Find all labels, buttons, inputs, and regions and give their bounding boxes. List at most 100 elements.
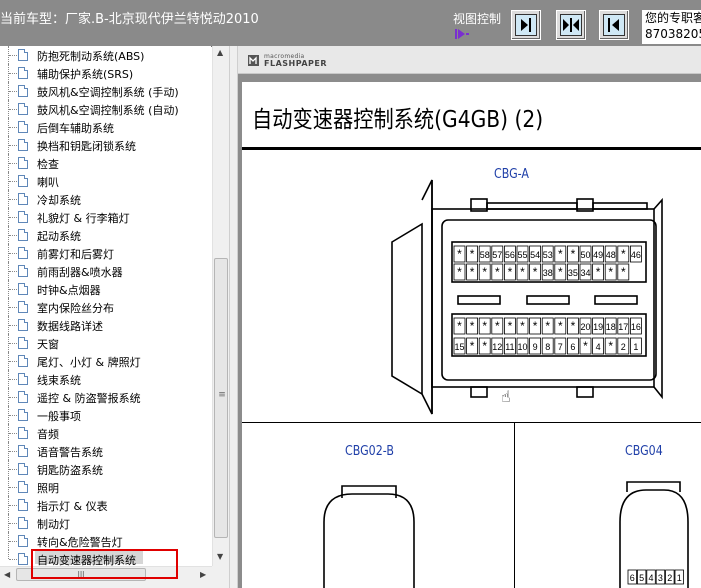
tree-item[interactable]: 前雾灯和后雾灯 [0, 244, 211, 262]
fit-width-icon [515, 14, 537, 36]
tree-connector-line [9, 397, 17, 398]
tree-item-label: 转向&危险警告灯 [37, 536, 123, 549]
tree-item[interactable]: 天窗 [0, 334, 211, 352]
tree-connector-line [9, 55, 17, 56]
tree-item[interactable]: 时钟&点烟器 [0, 280, 211, 298]
tree-vertical-scrollbar[interactable]: ▲ ≡ ▼ [212, 46, 230, 566]
selection-annotation-box [31, 549, 178, 579]
tree-item[interactable]: 制动灯 [0, 514, 211, 532]
pin-label: 58 [480, 250, 490, 260]
pin-label: * [533, 319, 538, 333]
tree-item-label: 一般事项 [37, 410, 81, 423]
tree-item[interactable]: 转向&危险警告灯 [0, 532, 211, 550]
tree-item[interactable]: 辅助保护系统(SRS) [0, 64, 211, 82]
connector-a-housing [323, 179, 689, 588]
tree-item[interactable]: 鼓风机&空调控制系统 (自动) [0, 100, 211, 118]
tree-item[interactable]: 遥控 & 防盗警报系统 [0, 388, 211, 406]
scroll-right-arrow-icon[interactable]: ▶ [200, 570, 206, 579]
support-text: 您的专职客 [645, 11, 701, 25]
tree-item[interactable]: 起动系统 [0, 226, 211, 244]
tree-item[interactable]: 语音警告系统 [0, 442, 211, 460]
pin-label: 57 [492, 250, 502, 260]
document-icon [18, 67, 28, 79]
tree-item[interactable]: 一般事项 [0, 406, 211, 424]
tree-connector-line [9, 343, 17, 344]
document-icon [18, 301, 28, 313]
tree-connector-line [9, 415, 17, 416]
fit-width-button[interactable] [511, 10, 541, 40]
car-model-title: 当前车型：厂家.B-北京现代伊兰特悦动2010 [0, 12, 259, 27]
macromedia-logo-icon [248, 55, 259, 66]
pin-label: * [533, 265, 538, 279]
pin-label: * [470, 247, 475, 261]
document-icon [18, 481, 28, 493]
tree-item[interactable]: 尾灯、小灯 & 牌照灯 [0, 352, 211, 370]
document-icon [18, 103, 28, 115]
document-icon [18, 391, 28, 403]
diagram-divider-horizontal [242, 422, 701, 423]
tree-connector-line [9, 289, 17, 290]
document-icon [18, 157, 28, 169]
document-icon [18, 445, 28, 457]
pin-label: * [457, 265, 462, 279]
document-icon [18, 229, 28, 241]
tree-footer [0, 582, 229, 588]
system-tree: 防抱死制动系统(ABS) 辅助保护系统(SRS) 鼓风机&空调控制系统 (手动) 鼓风… [0, 46, 211, 566]
document-page[interactable]: 自动变速器控制系统(G4GB) (2) CBG-A * * 58 57 56 5… [242, 82, 701, 588]
pin-label: * [583, 339, 588, 353]
tree-connector-line [9, 361, 17, 362]
tree-item[interactable]: 后倒车辅助系统 [0, 118, 211, 136]
tree-connector-line [9, 271, 17, 272]
pin-label: * [558, 265, 563, 279]
tree-item[interactable]: 音频 [0, 424, 211, 442]
tree-connector-line [9, 181, 17, 182]
scroll-down-arrow-icon[interactable]: ▼ [217, 552, 223, 561]
tree-item-label: 音频 [37, 428, 59, 441]
tree-connector-line [9, 469, 17, 470]
tree-item[interactable]: 钥匙防盗系统 [0, 460, 211, 478]
document-icon [18, 139, 28, 151]
support-contact-box: 您的专职客 87038205 [642, 10, 701, 44]
tree-item-label: 换档和钥匙闭锁系统 [37, 140, 136, 153]
tree-item[interactable]: 室内保险丝分布 [0, 298, 211, 316]
document-icon [18, 553, 28, 565]
header-bar: 当前车型：厂家.B-北京现代伊兰特悦动2010 视图控制 您的专职客 87038… [0, 0, 701, 47]
tree-item[interactable]: 礼貌灯 & 行李箱灯 [0, 208, 211, 226]
tree-item[interactable]: 数据线路详述 [0, 316, 211, 334]
document-icon [18, 283, 28, 295]
scroll-left-arrow-icon[interactable]: ◀ [4, 570, 10, 579]
pin-label: * [621, 247, 626, 261]
tree-connector-line [9, 559, 17, 560]
collapse-button[interactable] [599, 10, 629, 40]
tree-item[interactable]: 线束系统 [0, 370, 211, 388]
pin-label: 19 [593, 322, 603, 332]
tree-connector-line [9, 73, 17, 74]
panel-splitter[interactable] [229, 46, 238, 588]
pin-label: 20 [580, 322, 590, 332]
fit-page-button[interactable] [556, 10, 586, 40]
tree-item[interactable]: 检查 [0, 154, 211, 172]
tree-item-label: 时钟&点烟器 [37, 284, 101, 297]
tree-item[interactable]: 鼓风机&空调控制系统 (手动) [0, 82, 211, 100]
tree-item[interactable]: 喇叭 [0, 172, 211, 190]
tree-item[interactable]: 照明 [0, 478, 211, 496]
pin-label: * [495, 319, 500, 333]
tree-item[interactable]: 冷却系统 [0, 190, 211, 208]
tree-connector-line [9, 307, 17, 308]
tree-connector-line [9, 91, 17, 92]
document-icon [18, 121, 28, 133]
scroll-grip-icon: ≡ [218, 390, 226, 400]
tree-item[interactable]: 防抱死制动系统(ABS) [0, 46, 211, 64]
document-icon [18, 463, 28, 475]
pin-label: * [495, 265, 500, 279]
pin-label: 11 [505, 342, 514, 352]
document-icon [18, 355, 28, 367]
tree-item[interactable]: 换档和钥匙闭锁系统 [0, 136, 211, 154]
tree-item[interactable]: 前雨刮器&喷水器 [0, 262, 211, 280]
tree-item[interactable]: 指示灯 & 仪表 [0, 496, 211, 514]
tree-vertical-scroll-thumb[interactable]: ≡ [214, 258, 228, 538]
document-icon [18, 499, 28, 511]
pin-label: * [545, 319, 550, 333]
scroll-up-arrow-icon[interactable]: ▲ [217, 48, 223, 57]
pin-label: 38 [543, 268, 553, 278]
